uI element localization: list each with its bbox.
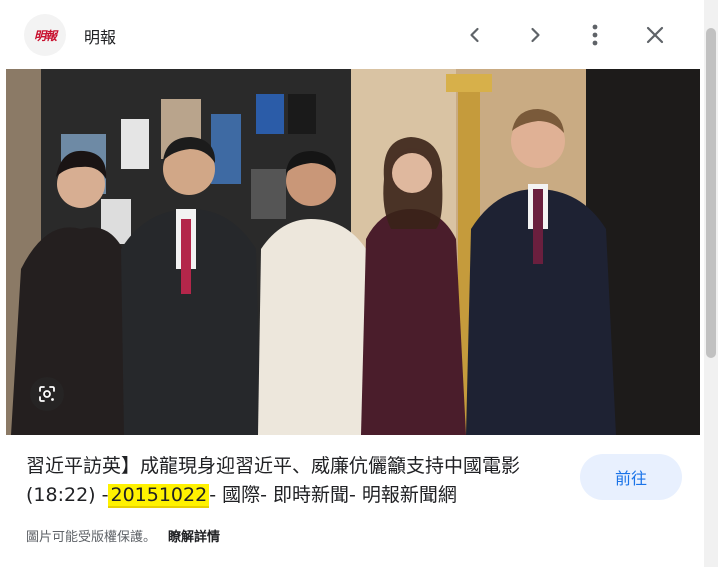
- next-button[interactable]: [520, 20, 550, 50]
- chevron-right-icon: [531, 27, 540, 43]
- scrollbar-thumb[interactable]: [706, 28, 716, 358]
- highlighted-date: 20151022: [108, 484, 210, 508]
- close-icon: [646, 26, 664, 44]
- image-preview-panel: 明報 明報 習近平訪英】成龍現身迎習近平、威廉伉儷籲支持中國電影(18:22) …: [0, 0, 704, 567]
- more-vert-icon: [592, 24, 598, 46]
- scrollbar[interactable]: [704, 0, 718, 567]
- google-lens-icon: [39, 386, 55, 402]
- chevron-left-icon: [470, 27, 479, 43]
- preview-image[interactable]: [6, 69, 700, 435]
- site-logo: 明報: [24, 14, 66, 56]
- close-button[interactable]: [640, 20, 670, 50]
- visit-button[interactable]: 前往: [580, 454, 682, 500]
- learn-more-link[interactable]: 瞭解詳情: [168, 530, 220, 545]
- copyright-note: 圖片可能受版權保護。: [26, 530, 157, 545]
- result-title[interactable]: 習近平訪英】成龍現身迎習近平、威廉伉儷籲支持中國電影(18:22) -20151…: [26, 452, 574, 510]
- result-title-suffix: - 國際- 即時新聞- 明報新聞網: [209, 484, 457, 506]
- copyright-footer: 圖片可能受版權保護。 瞭解詳情: [26, 526, 220, 545]
- more-options-button[interactable]: [580, 20, 610, 50]
- photo-illustration: [6, 69, 700, 435]
- site-logo-text: 明報: [33, 28, 57, 43]
- preview-header: 明報 明報: [0, 0, 704, 68]
- site-name[interactable]: 明報: [84, 24, 116, 48]
- previous-button[interactable]: [460, 20, 490, 50]
- lens-search-button[interactable]: [30, 377, 64, 411]
